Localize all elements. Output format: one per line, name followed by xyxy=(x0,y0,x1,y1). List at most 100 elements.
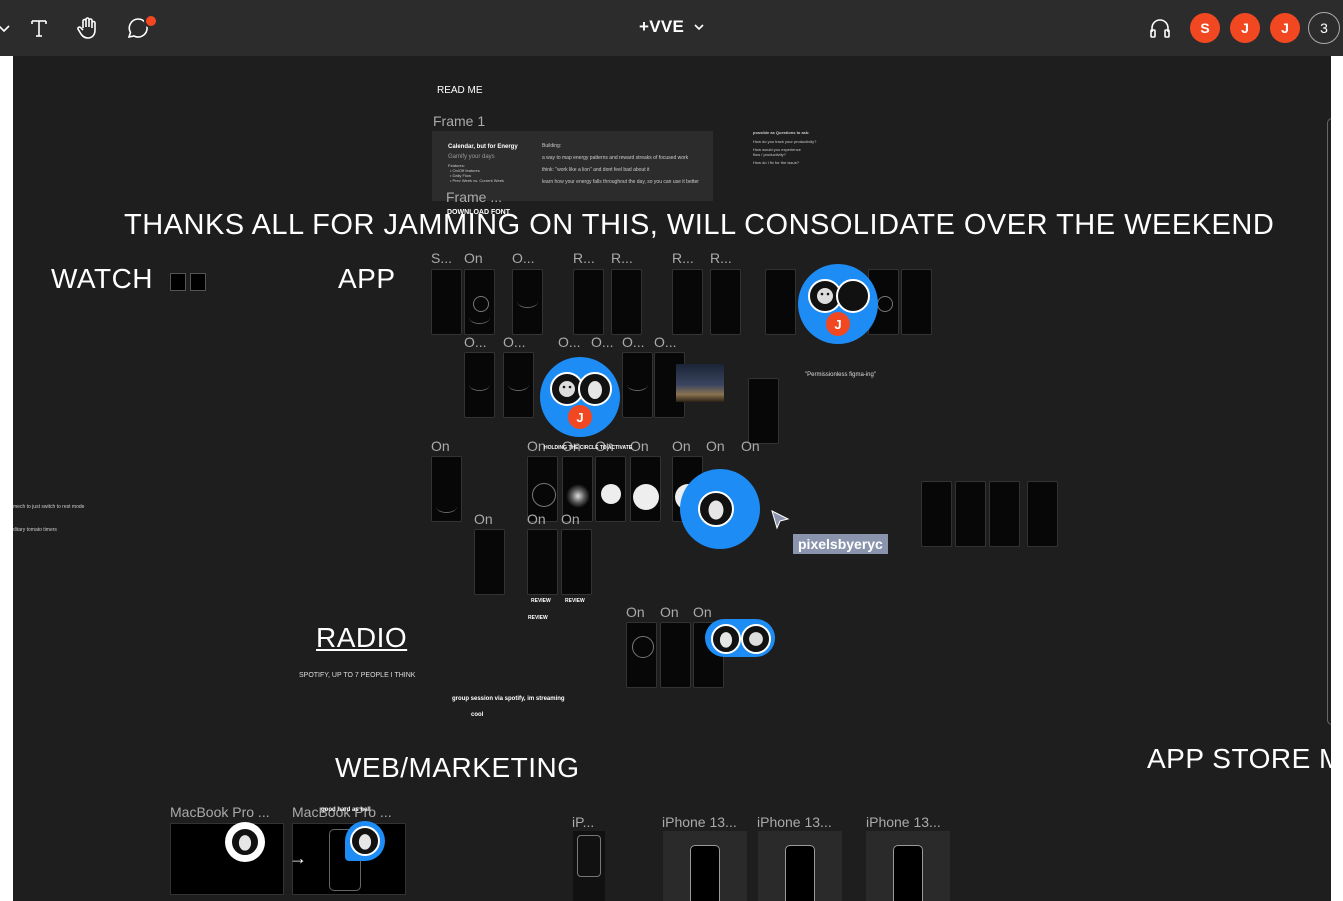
frame-label[interactable]: On xyxy=(527,511,546,527)
frame-label[interactable]: On xyxy=(464,250,483,266)
frame-label[interactable]: On xyxy=(474,511,493,527)
arrow-right-icon: → xyxy=(289,848,307,868)
text-icon[interactable] xyxy=(23,12,55,44)
design-canvas[interactable]: READ ME Frame 1 Calendar, but for Energy… xyxy=(13,56,1331,901)
frame-label[interactable]: R... xyxy=(573,250,595,266)
app-screen-frame[interactable] xyxy=(527,529,558,595)
top-toolbar: +VVE S J J 3 xyxy=(0,0,1343,56)
app-screen-frame[interactable] xyxy=(431,456,462,522)
frame-label[interactable]: O... xyxy=(591,334,614,350)
collaborator-cursor xyxy=(225,822,265,862)
night-sky-image[interactable] xyxy=(676,364,724,402)
app-screen-frame[interactable] xyxy=(474,529,505,595)
app-screen-frame[interactable] xyxy=(955,481,986,547)
frame-label[interactable]: On xyxy=(660,604,679,620)
cool-note: cool xyxy=(471,712,484,718)
app-screen-frame[interactable] xyxy=(512,269,543,335)
app-screen-frame[interactable] xyxy=(1027,481,1058,547)
app-screen-frame[interactable] xyxy=(660,622,691,688)
frame-label[interactable]: MacBook Pro ... xyxy=(170,804,270,820)
store-frame[interactable] xyxy=(758,831,842,901)
app-screen-frame[interactable] xyxy=(573,269,604,335)
section-title-app-store[interactable]: APP STORE M xyxy=(1147,743,1331,775)
chevron-down-icon[interactable] xyxy=(0,12,20,44)
statue-avatar-icon xyxy=(698,491,734,527)
app-screen-frame[interactable] xyxy=(989,481,1020,547)
store-frame[interactable] xyxy=(573,831,605,901)
frame-label[interactable]: R... xyxy=(611,250,633,266)
app-screen-frame[interactable] xyxy=(611,269,642,335)
frame-label[interactable]: R... xyxy=(672,250,694,266)
collaborator-cursor: J xyxy=(798,264,878,344)
app-screen-frame[interactable] xyxy=(626,622,657,688)
frame-label[interactable]: iPhone 13... xyxy=(866,814,941,830)
avatar[interactable]: J xyxy=(1270,13,1300,43)
frame-label[interactable]: Frame ... xyxy=(446,189,502,205)
app-screen-frame[interactable] xyxy=(710,269,741,335)
app-screen-frame[interactable] xyxy=(464,269,495,335)
section-title-web-marketing[interactable]: WEB/MARKETING xyxy=(335,752,580,784)
avatar-icon xyxy=(836,279,870,313)
frame-label[interactable]: O... xyxy=(654,334,677,350)
frame-label[interactable]: O... xyxy=(464,334,487,350)
frame-label[interactable]: On xyxy=(431,438,450,454)
frame-label[interactable]: On xyxy=(693,604,712,620)
store-frame[interactable] xyxy=(663,831,747,901)
section-title-app[interactable]: APP xyxy=(338,263,396,295)
collaborator-cursor: J xyxy=(540,357,620,437)
frame-label[interactable]: O... xyxy=(503,334,526,350)
file-menu-chevron-icon[interactable] xyxy=(692,20,706,34)
cursor-initial: J xyxy=(824,310,852,338)
app-screen-frame[interactable] xyxy=(630,456,661,522)
frame-label[interactable]: iP... xyxy=(572,814,594,830)
right-panel-edge xyxy=(1331,56,1343,901)
app-screen-frame[interactable] xyxy=(748,378,779,444)
frame-label[interactable]: On xyxy=(741,438,760,454)
lion-avatar-icon xyxy=(741,624,771,654)
frame-label[interactable]: O... xyxy=(512,250,535,266)
frame-label[interactable]: iPhone 13... xyxy=(757,814,832,830)
cursor-arrow-icon xyxy=(769,508,791,530)
section-title-radio[interactable]: RADIO xyxy=(316,622,407,654)
app-screen-frame[interactable] xyxy=(622,352,653,418)
avatar[interactable]: S xyxy=(1190,13,1220,43)
frame-label[interactable]: O... xyxy=(622,334,645,350)
frame-label[interactable]: O... xyxy=(558,334,581,350)
frame-label[interactable]: iPhone 13... xyxy=(662,814,737,830)
app-screen-frame[interactable] xyxy=(503,352,534,418)
app-screen-frame[interactable] xyxy=(921,481,952,547)
card-title: Calendar, but for Energy xyxy=(448,144,518,150)
app-screen-frame[interactable] xyxy=(901,269,932,335)
app-screen-frame[interactable] xyxy=(672,269,703,335)
headphones-icon[interactable] xyxy=(1144,12,1176,44)
cursor-name-tag: pixelsbyeryc xyxy=(793,534,888,554)
avatar[interactable]: J xyxy=(1230,13,1260,43)
watch-frame[interactable] xyxy=(190,273,206,291)
frame-label[interactable]: S... xyxy=(431,250,452,266)
review-label: REVIEW xyxy=(528,615,548,621)
frame-label[interactable]: On xyxy=(626,604,645,620)
note-line: How do I fix for the issue? xyxy=(753,160,800,165)
frame-label[interactable]: On xyxy=(706,438,725,454)
permissionless-note: "Permissionless figma-ing" xyxy=(805,372,876,378)
store-frame[interactable] xyxy=(866,831,950,901)
avatar-overflow-count[interactable]: 3 xyxy=(1308,12,1340,44)
frame-label[interactable]: R... xyxy=(710,250,732,266)
left-panel-edge xyxy=(0,56,13,901)
frame-label[interactable]: On xyxy=(630,438,649,454)
app-screen-frame[interactable] xyxy=(595,456,626,522)
app-screen-frame[interactable] xyxy=(765,269,796,335)
app-screen-frame[interactable] xyxy=(464,352,495,418)
hand-icon[interactable] xyxy=(72,12,104,44)
file-name[interactable]: +VVE xyxy=(639,17,684,37)
frame-label[interactable]: On xyxy=(527,438,546,454)
vertical-scrollbar[interactable] xyxy=(1327,118,1331,725)
frame-label[interactable]: On xyxy=(672,438,691,454)
app-screen-frame[interactable] xyxy=(561,529,592,595)
section-title-watch[interactable]: WATCH xyxy=(51,263,153,295)
frame-label[interactable]: On xyxy=(561,511,580,527)
frame-label[interactable]: Frame 1 xyxy=(433,113,485,129)
thanks-banner[interactable]: THANKS ALL FOR JAMMING ON THIS, WILL CON… xyxy=(124,209,1274,242)
app-screen-frame[interactable] xyxy=(431,269,462,335)
watch-frame[interactable] xyxy=(170,273,186,291)
